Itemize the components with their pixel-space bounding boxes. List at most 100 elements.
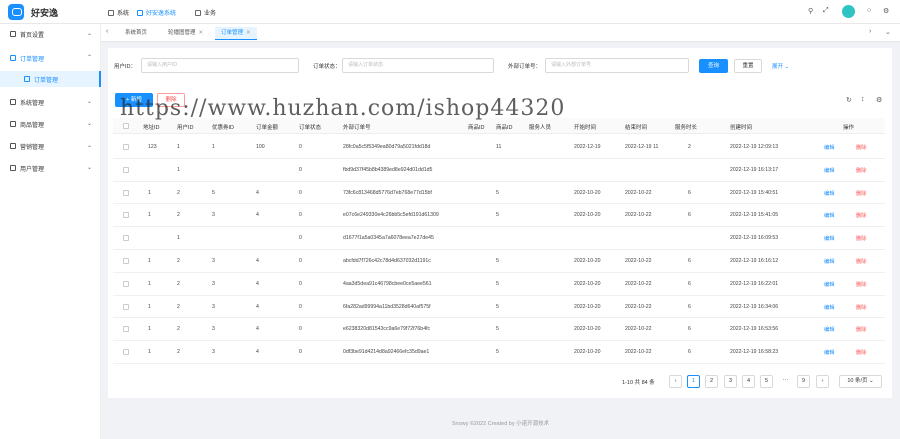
table-row[interactable]: 1 2 3 4 0 0df3be91d4214d8a92466efc35d9ae1 5 202… <box>113 341 885 364</box>
top-menu-haoanyi[interactable]: 好安逸系统 <box>137 8 176 17</box>
delete-link[interactable]: 删除 <box>856 304 866 311</box>
gear-icon[interactable]: ⚙ <box>883 7 889 15</box>
page-button[interactable]: 5 <box>760 375 773 388</box>
sidebar-item-marketing-management[interactable]: 营销管理 ⌄ <box>0 138 101 154</box>
table-cell: 2022-10-20 <box>574 280 601 287</box>
edit-link[interactable]: 编辑 <box>824 258 834 265</box>
table-cell: 11 <box>496 144 502 150</box>
next-page-button[interactable]: › <box>816 375 829 388</box>
row-checkbox[interactable] <box>123 280 129 287</box>
row-checkbox[interactable] <box>123 303 129 310</box>
delete-link[interactable]: 删除 <box>856 258 866 265</box>
table-cell: 5 <box>496 189 499 196</box>
prev-page-button[interactable]: ‹ <box>669 375 682 388</box>
delete-link[interactable]: 删除 <box>856 235 866 242</box>
chevron-left-icon[interactable]: ‹ <box>106 28 108 35</box>
table-cell: 6 <box>688 258 691 264</box>
chevron-down-icon: ⌄ <box>784 64 790 70</box>
sidebar-item-order-management[interactable]: 订单管理 ⌃ <box>0 50 101 66</box>
refresh-icon[interactable]: ↻ <box>846 96 852 104</box>
top-menu-system[interactable]: 系统 <box>108 8 129 17</box>
edit-link[interactable]: 编辑 <box>824 326 834 333</box>
page-ellipsis[interactable]: ··· <box>779 375 792 388</box>
settings-icon[interactable]: ⚙ <box>876 96 882 104</box>
chevron-down-icon[interactable]: ⌄ <box>885 28 891 36</box>
table-cell: 2 <box>177 189 180 196</box>
sidebar-item-product-management[interactable]: 商品管理 ⌄ <box>0 116 101 132</box>
edit-link[interactable]: 编辑 <box>824 281 834 288</box>
table-cell: 2022-12-19 16:09:53 <box>730 235 779 242</box>
page-button[interactable]: 9 <box>797 375 810 388</box>
table-cell: 3 <box>212 349 215 356</box>
expand-link[interactable]: 展开 ⌄ <box>772 62 789 70</box>
table-row[interactable]: 1 0 d1677f1a5a0345a7a6078eea7e27de45 2022-1… <box>113 227 885 250</box>
query-button[interactable]: 查询 <box>699 59 728 73</box>
grid-icon <box>137 9 143 16</box>
row-checkbox[interactable] <box>123 326 129 333</box>
row-checkbox[interactable] <box>123 166 129 173</box>
fullscreen-icon[interactable]: ⤢ <box>823 7 829 15</box>
tab-order-management[interactable]: 订单管理 ✕ <box>215 27 257 40</box>
tab-system-home[interactable]: 系统首页 <box>119 27 153 40</box>
sidebar-item-user-management[interactable]: 用户管理 ⌄ <box>0 160 101 176</box>
table-row[interactable]: 1 2 3 4 0 6fa282ad99994a11bd3528d640af575f 5 20… <box>113 296 885 319</box>
edit-link[interactable]: 编辑 <box>824 167 834 174</box>
delete-link[interactable]: 删除 <box>856 326 866 333</box>
row-checkbox[interactable] <box>123 212 129 219</box>
delete-link[interactable]: 删除 <box>856 212 866 219</box>
delete-link[interactable]: 删除 <box>856 144 866 151</box>
reset-button[interactable]: 重置 <box>734 59 762 73</box>
delete-link[interactable]: 删除 <box>856 349 866 356</box>
close-icon[interactable]: ✕ <box>199 30 204 36</box>
edit-link[interactable]: 编辑 <box>824 144 834 151</box>
edit-link[interactable]: 编辑 <box>824 212 834 219</box>
close-icon[interactable]: ✕ <box>246 30 251 36</box>
sidebar-subitem-order-management[interactable]: 订单管理 <box>0 71 101 87</box>
table-row[interactable]: 1 2 3 4 0 e07c6e249330e4c26bb5c5efd191d61309 5… <box>113 204 885 228</box>
page-button[interactable]: 1 <box>687 375 700 388</box>
select-all-checkbox[interactable] <box>123 123 129 129</box>
external-order-no-input[interactable]: 请输入外部订单号 <box>545 58 689 73</box>
row-checkbox[interactable] <box>123 258 129 264</box>
avatar[interactable] <box>842 5 855 18</box>
table-row[interactable]: 1 2 3 4 0 abcfdd7f726c42c78d4d637032d1191c 5 20… <box>113 250 885 273</box>
table-cell: 100 <box>256 144 265 150</box>
delete-link[interactable]: 删除 <box>856 281 866 288</box>
table-cell: 1 <box>148 326 151 333</box>
page-button[interactable]: 2 <box>705 375 718 388</box>
page-size-select[interactable]: 10 条/页 ⌄ <box>839 375 882 388</box>
table-row[interactable]: 1 2 3 4 0 e6238320d81543cc9a6e79f72f76b4fc 5 20… <box>113 318 885 342</box>
sidebar-item-home-settings[interactable]: 首页设置 ⌄ <box>0 26 101 42</box>
chevron-right-icon[interactable]: › <box>869 28 871 35</box>
top-menu-business[interactable]: 业务 <box>195 8 216 17</box>
search-icon[interactable]: ⚲ <box>808 7 813 15</box>
user-icon <box>10 165 16 171</box>
tab-carousel-management[interactable]: 轮播图管理 ✕ <box>162 27 209 40</box>
edit-link[interactable]: 编辑 <box>824 349 834 356</box>
sidebar-item-system-management[interactable]: 系统管理 ⌄ <box>0 94 101 110</box>
table-cell: 2022-12-19 11 <box>625 144 659 150</box>
table-row[interactable]: 1 2 3 4 0 4aa3d5dea91c46798cbee0ce5aee561 5 202… <box>113 273 885 296</box>
table-row[interactable]: 123 1 1 100 0 28fc0a5c5f5349ea80d79a5021fdd18… <box>113 136 885 159</box>
row-checkbox[interactable] <box>123 144 129 150</box>
table-row[interactable]: 1 0 fbd9d37f45b8b4389ed8e924d01dd1d5 2022-1… <box>113 159 885 182</box>
table-cell: 2022-12-19 16:13:17 <box>730 166 779 173</box>
globe-icon[interactable]: ○ <box>867 7 871 14</box>
page-button[interactable]: 4 <box>742 375 755 388</box>
row-checkbox[interactable] <box>123 349 129 356</box>
delete-link[interactable]: 删除 <box>856 190 866 197</box>
page-button[interactable]: 3 <box>724 375 737 388</box>
column-height-icon[interactable]: ↕ <box>861 96 865 103</box>
row-checkbox[interactable] <box>123 235 129 242</box>
table-cell: 1 <box>148 189 151 196</box>
edit-link[interactable]: 编辑 <box>824 190 834 197</box>
order-status-input[interactable]: 请输入订单状态 <box>342 58 494 73</box>
row-checkbox[interactable] <box>123 189 129 196</box>
column-header: 订单金额 <box>256 125 279 131</box>
user-id-input[interactable]: 请输入用户ID <box>141 58 299 73</box>
edit-link[interactable]: 编辑 <box>824 235 834 242</box>
delete-link[interactable]: 删除 <box>856 167 866 174</box>
table-row[interactable]: 1 2 5 4 0 73fc6c813468d5776d7eb768e77d15bf 5 20… <box>113 182 885 205</box>
edit-link[interactable]: 编辑 <box>824 304 834 311</box>
table-cell: 2022-12-19 16:22:01 <box>730 280 779 287</box>
